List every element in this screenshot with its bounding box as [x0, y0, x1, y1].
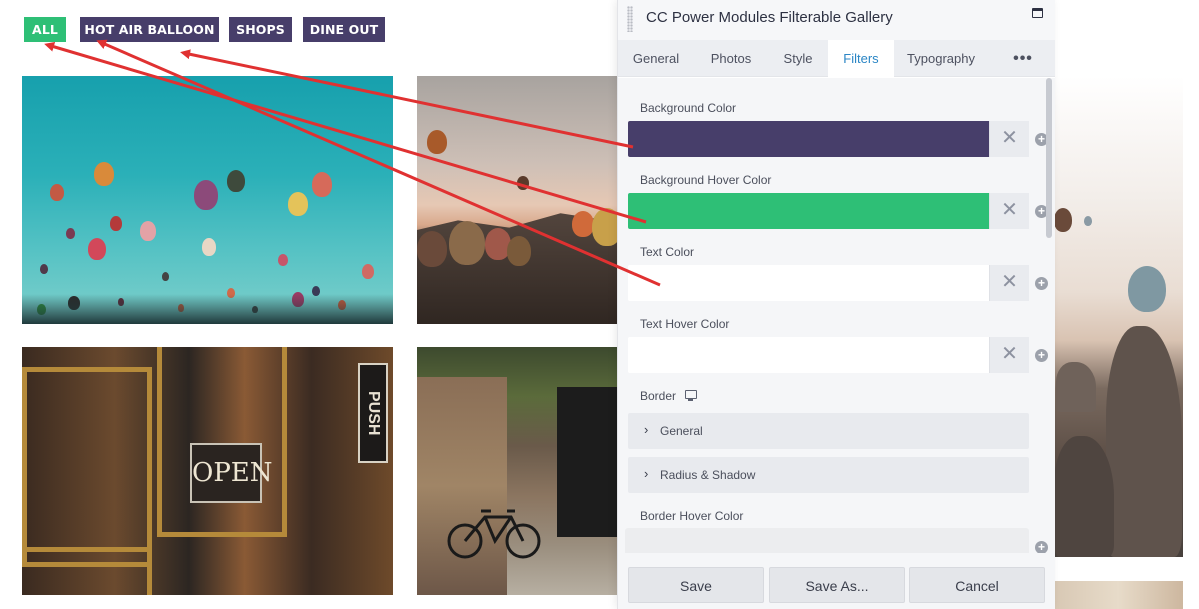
background-color-swatch[interactable]	[628, 121, 989, 157]
panel-title: CC Power Modules Filterable Gallery	[646, 9, 893, 26]
clear-background-hover-color-button[interactable]: ✕	[989, 193, 1029, 229]
gallery-photo-partial[interactable]	[1054, 581, 1183, 609]
text-color-field: ✕	[628, 265, 1029, 301]
maximize-icon[interactable]	[1032, 8, 1043, 18]
border-radius-shadow-section[interactable]: › Radius & Shadow	[628, 457, 1029, 493]
tab-typography[interactable]: Typography	[894, 40, 988, 77]
border-hover-color-field[interactable]	[625, 528, 1029, 553]
desktop-icon[interactable]	[685, 390, 697, 401]
chevron-right-icon: ›	[644, 422, 649, 437]
border-label: Border	[640, 389, 677, 403]
background-hover-color-field: ✕	[628, 193, 1029, 229]
drag-handle-icon[interactable]	[627, 6, 633, 32]
border-hover-color-label: Border Hover Color	[640, 509, 744, 523]
filter-dine-out-button[interactable]: DINE OUT	[303, 17, 385, 42]
text-hover-color-label: Text Hover Color	[640, 317, 730, 331]
gallery-photo-shop-window[interactable]: OPEN PUSH	[22, 347, 393, 595]
border-general-section[interactable]: › General	[628, 413, 1029, 449]
panel-tabs: General Photos Style Filters Typography …	[618, 40, 1055, 78]
chevron-right-icon: ›	[644, 466, 649, 481]
clear-background-color-button[interactable]: ✕	[989, 121, 1029, 157]
filter-all-button[interactable]: ALL	[24, 17, 66, 42]
save-as-button[interactable]: Save As...	[769, 567, 905, 603]
filter-shops-button[interactable]: SHOPS	[229, 17, 292, 42]
tab-general[interactable]: General	[618, 40, 694, 77]
module-settings-panel: CC Power Modules Filterable Gallery Gene…	[617, 0, 1055, 609]
tab-style[interactable]: Style	[768, 40, 828, 77]
cancel-button[interactable]: Cancel	[909, 567, 1045, 603]
filter-hot-air-balloon-button[interactable]: HOT AIR BALLOON	[80, 17, 219, 42]
bicycle-icon	[447, 509, 541, 559]
save-button[interactable]: Save	[628, 567, 764, 603]
background-color-label: Background Color	[640, 101, 737, 115]
panel-scrollbar[interactable]	[1046, 78, 1052, 238]
background-hover-color-swatch[interactable]	[628, 193, 989, 229]
text-color-swatch[interactable]	[628, 265, 989, 301]
gallery-photo-balloon-rocks[interactable]	[1054, 76, 1183, 557]
border-radius-shadow-label: Radius & Shadow	[660, 468, 756, 482]
responsive-plus-icon[interactable]: +	[1035, 541, 1048, 553]
clear-text-color-button[interactable]: ✕	[989, 265, 1029, 301]
panel-header[interactable]: CC Power Modules Filterable Gallery	[618, 0, 1055, 40]
panel-body: Background Color ✕ + Background Hover Co…	[618, 78, 1055, 553]
gallery-photo-balloons[interactable]	[22, 76, 393, 324]
clear-text-hover-color-button[interactable]: ✕	[989, 337, 1029, 373]
push-sign: PUSH	[358, 363, 388, 463]
open-sign: OPEN	[190, 443, 273, 503]
text-hover-color-field: ✕	[628, 337, 1029, 373]
responsive-plus-icon[interactable]: +	[1035, 277, 1048, 290]
gallery-photo-balloon-valley[interactable]	[417, 76, 622, 324]
more-tabs-icon[interactable]: •••	[1006, 40, 1040, 77]
responsive-plus-icon[interactable]: +	[1035, 349, 1048, 362]
border-general-label: General	[660, 424, 703, 438]
text-hover-color-swatch[interactable]	[628, 337, 989, 373]
tab-filters[interactable]: Filters	[828, 40, 894, 78]
background-color-field: ✕	[628, 121, 1029, 157]
gallery-photo-bakery-street[interactable]	[417, 347, 622, 595]
text-color-label: Text Color	[640, 245, 695, 259]
background-hover-color-label: Background Hover Color	[640, 173, 772, 187]
tab-photos[interactable]: Photos	[694, 40, 768, 77]
panel-footer: Save Save As... Cancel	[618, 553, 1055, 609]
